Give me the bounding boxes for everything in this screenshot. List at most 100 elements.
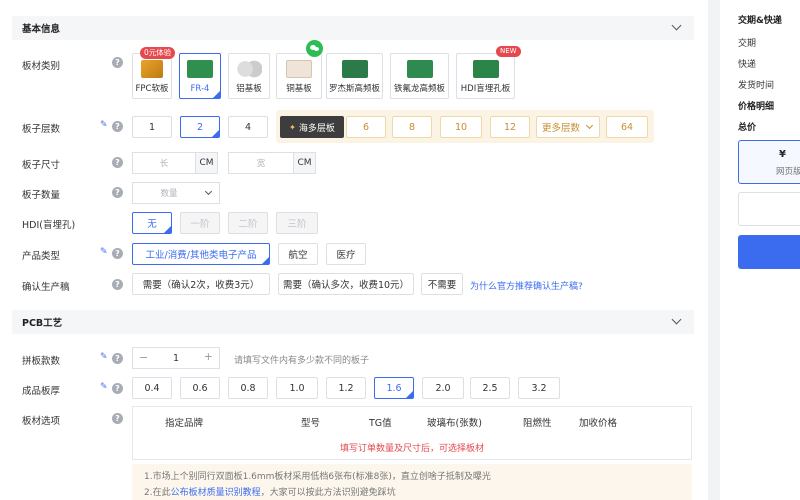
confirm-option[interactable]: 不需要 [421, 273, 463, 295]
thickness-option[interactable]: 2.5 [470, 377, 510, 399]
material-label: HDI盲埋孔板 [460, 84, 511, 94]
thickness-option[interactable]: 1.6 [374, 377, 414, 399]
board-options-table: 指定品牌 型号 TG值 玻璃布(张数) 阻燃性 加收价格 填写订单数量及尺寸后，… [132, 406, 692, 460]
pencil-icon[interactable]: ✎ [100, 382, 108, 392]
material-label: 铝基板 [236, 84, 262, 94]
material-rogers[interactable]: 罗杰斯高频板 [326, 53, 383, 99]
more-layers-select[interactable]: 更多层数 [536, 116, 600, 138]
wechat-icon[interactable] [306, 40, 323, 57]
layer-option[interactable]: 64 [606, 116, 648, 138]
thickness-option[interactable]: 1.0 [276, 377, 318, 399]
product-option[interactable]: 工业/消费/其他类电子产品 [132, 243, 270, 265]
pencil-icon[interactable]: ✎ [100, 352, 108, 362]
more-layers-label: 更多层数 [542, 123, 581, 134]
panel-stepper[interactable]: − 1 + [132, 347, 220, 369]
new-badge: NEW [496, 46, 521, 57]
material-copper[interactable]: 铜基板 [276, 53, 322, 99]
help-icon[interactable]: ? [112, 248, 123, 259]
layer-option[interactable]: 12 [490, 116, 530, 138]
chevron-down-icon[interactable] [671, 314, 682, 325]
promo-badge: 0元体验 [140, 47, 176, 59]
material-hdi[interactable]: HDI盲埋孔板 [456, 53, 515, 99]
hdi-image [472, 60, 499, 78]
pencil-icon[interactable]: ✎ [100, 247, 108, 257]
label-material: 板材类别 [22, 61, 61, 72]
table-header: TG值 [369, 418, 392, 429]
section-basic-title: 基本信息 [22, 24, 61, 35]
help-icon[interactable]: ? [112, 121, 123, 132]
layer-option[interactable]: 10 [440, 116, 482, 138]
hdi-option[interactable]: 二阶 [228, 212, 268, 234]
product-option[interactable]: 医疗 [326, 243, 366, 265]
secondary-button[interactable] [738, 192, 800, 226]
thickness-option[interactable]: 1.2 [326, 377, 366, 399]
label-board-options: 板材选项 [22, 416, 61, 427]
table-empty-message: 填写订单数量及尺寸后，可选择板材 [339, 444, 484, 454]
help-icon[interactable]: ? [112, 383, 123, 394]
express-label: 快递 [738, 60, 757, 70]
width-input[interactable]: 宽 [228, 152, 294, 174]
layer-option[interactable]: 8 [392, 116, 432, 138]
teflon-image [406, 60, 433, 78]
delivery-title: 交期&快递 [738, 16, 782, 26]
material-aluminum[interactable]: 铝基板 [228, 53, 270, 99]
confirm-why-link[interactable]: 为什么官方推荐确认生产稿? [470, 279, 583, 292]
table-header: 加收价格 [579, 418, 618, 429]
multilayer-tag: ✦ 海多层板 [280, 116, 344, 138]
help-icon[interactable]: ? [112, 57, 123, 68]
help-icon[interactable]: ? [112, 187, 123, 198]
label-product: 产品类型 [22, 251, 61, 262]
material-fr4[interactable]: FR-4 [179, 53, 221, 99]
plus-button[interactable]: + [204, 350, 213, 363]
material-label: 铁氟龙高频板 [393, 84, 445, 94]
fr4-image [187, 60, 213, 78]
product-option[interactable]: 航空 [278, 243, 318, 265]
thickness-option[interactable]: 3.2 [518, 377, 560, 399]
layer-option[interactable]: 6 [346, 116, 386, 138]
table-header: 阻燃性 [523, 418, 552, 429]
aluminum-image [236, 60, 262, 78]
price-card[interactable]: ¥ 网页版 [738, 140, 800, 184]
primary-button[interactable] [738, 235, 800, 269]
confirm-option[interactable]: 需要（确认2次，收费3元） [132, 273, 270, 295]
help-icon[interactable]: ? [112, 353, 123, 364]
quality-tutorial-link[interactable]: 公布板材质量识别教程 [171, 488, 261, 498]
thickness-option[interactable]: 0.8 [228, 377, 268, 399]
layer-option[interactable]: 2 [180, 116, 220, 138]
thickness-option[interactable]: 0.4 [132, 377, 172, 399]
label-qty: 板子数量 [22, 190, 61, 201]
section-pcb-header[interactable]: PCB工艺 [12, 310, 694, 334]
table-header: 玻璃布(张数) [427, 418, 482, 429]
price-detail-title: 价格明细 [738, 102, 775, 112]
label-hdi: HDI(盲埋孔) [22, 220, 76, 231]
note-line-2-prefix: 2.在此 [144, 488, 171, 498]
delivery-label: 交期 [738, 39, 757, 49]
web-version-label: 网页版 [776, 167, 800, 177]
help-icon[interactable]: ? [112, 279, 123, 290]
material-label: 铜基板 [286, 84, 312, 94]
rogers-image [341, 60, 368, 78]
help-icon[interactable]: ? [112, 157, 123, 168]
order-summary-panel: 交期&快递 交期 快递 发货时间 价格明细 总价 ¥ 网页版 [720, 0, 800, 500]
hdi-option[interactable]: 一阶 [180, 212, 220, 234]
section-pcb-title: PCB工艺 [22, 318, 63, 329]
material-teflon[interactable]: 铁氟龙高频板 [390, 53, 449, 99]
layer-option[interactable]: 4 [228, 116, 268, 138]
thickness-option[interactable]: 0.6 [180, 377, 220, 399]
hdi-option[interactable]: 三阶 [276, 212, 318, 234]
label-thickness: 成品板厚 [22, 386, 61, 397]
help-icon[interactable]: ? [112, 413, 123, 424]
quantity-placeholder: 数量 [160, 189, 178, 199]
thickness-option[interactable]: 2.0 [422, 377, 464, 399]
note-line-2-suffix: ，大家可以按此方法识别避免踩坑 [260, 488, 396, 498]
confirm-option[interactable]: 需要（确认多次，收费10元） [278, 273, 414, 295]
length-input[interactable]: 长 [132, 152, 196, 174]
layer-option[interactable]: 1 [132, 116, 172, 138]
hdi-option[interactable]: 无 [132, 212, 172, 234]
section-basic-header[interactable]: 基本信息 [12, 16, 694, 40]
quantity-select[interactable]: 数量 [132, 182, 220, 204]
length-unit: CM [196, 152, 218, 174]
pencil-icon[interactable]: ✎ [100, 120, 108, 130]
chevron-down-icon[interactable] [671, 20, 682, 31]
material-fpc[interactable]: FPC软板 [132, 53, 172, 99]
